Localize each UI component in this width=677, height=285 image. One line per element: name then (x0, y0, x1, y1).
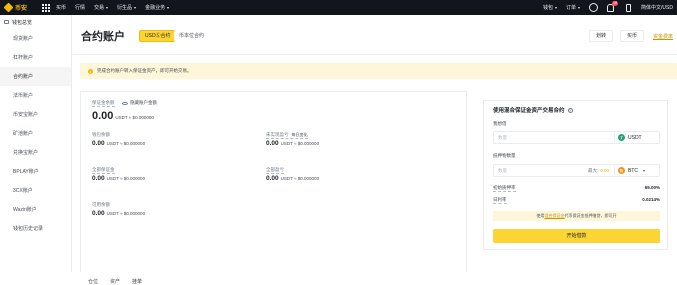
available-balance-value: 0.00 USDT ≈ $0.000000 (92, 210, 146, 217)
margin-balance-label[interactable]: 保证金余额 (92, 100, 115, 107)
account-summary-card: 保证金余额 隐藏账户金额 0.00 USDT ≈ $0.000000 钱包余额 0… (80, 91, 467, 272)
usdt-coin-icon: T (618, 134, 625, 141)
initial-ltv-row: 初始质押率 65.00% (493, 185, 660, 192)
sidebar-item[interactable]: BPLAY账户 (0, 162, 71, 181)
unrealized-pnl-value: 0.00 USDT ≈ $0.000000 (266, 140, 320, 147)
nav-item-4[interactable]: 金融业务 (145, 4, 170, 11)
tab-open-orders[interactable]: 挂单 (132, 278, 142, 285)
nav-item-2[interactable]: 交易 (94, 4, 109, 11)
available-balance-label: 可用余额 (92, 202, 110, 207)
nav-item-3[interactable]: 衍生品 (117, 4, 137, 11)
borrow-panel-title: 使用混合保证金资产交易合约 ? (493, 107, 573, 114)
notice-text: 完成合约账户转入保证金资产，即可开始交易。 (97, 68, 192, 73)
wallet-balance-label: 钱包余额 (92, 132, 110, 137)
collateral-amount-placeholder: 数量 (498, 168, 507, 173)
buy-crypto-button[interactable]: 买币 (620, 30, 645, 42)
wallet-balance-value: 0.00 USDT ≈ $0.000000 (92, 140, 146, 147)
page-title: 合约账户 (81, 31, 125, 43)
nav-item-0[interactable]: 买币 (56, 4, 66, 11)
borrow-amount-placeholder: 数量 (498, 135, 507, 140)
tab-positions[interactable]: 仓位 (88, 278, 98, 285)
orders-menu[interactable]: 订单 (566, 4, 581, 11)
daily-rate-value: 0.0214% (642, 197, 660, 202)
max-collateral[interactable]: 最大: 0.00 (588, 168, 609, 174)
start-borrow-button[interactable]: 开始借款 (493, 229, 660, 243)
sidebar-item[interactable]: 钱包历史记录 (0, 219, 71, 238)
initial-ltv-value: 65.00% (644, 185, 660, 190)
logo-text: 币安 (15, 6, 28, 12)
chevron-down-icon (555, 6, 558, 9)
total-pnl-label[interactable]: 全部盈亏 (266, 167, 284, 174)
sidebar-item[interactable]: 兑换宝账户 (0, 143, 71, 162)
initial-ltv-label[interactable]: 初始质押率 (493, 185, 516, 192)
margin-balance-value: 0.00 USDT ≈ $0.000000 (92, 110, 154, 122)
input-divider (614, 166, 615, 175)
user-avatar-icon[interactable] (589, 3, 599, 12)
borrow-label: 我想借 (493, 121, 507, 126)
title-row: 合约账户 USDⓈ合约 币本位合约 划转 买币 资金费率 (73, 15, 677, 55)
eye-icon (122, 101, 128, 105)
unrealized-pnl-label[interactable]: 未实现盈亏 每日变化 (266, 132, 308, 139)
chevron-down-icon (106, 6, 109, 9)
input-divider (614, 133, 615, 142)
bell-icon[interactable]: 18 (607, 0, 618, 12)
daily-rate-row: 日利率 0.0214% (493, 197, 660, 204)
sidebar: 钱包总览 现货账户 杠杆账户 合约账户 法币账户 币安宝账户 矿池账户 兑换宝账户 BPLAY… (0, 15, 72, 272)
chevron-down-icon (578, 6, 581, 9)
sidebar-item[interactable]: 合约账户 (0, 67, 71, 86)
total-margin-value: 0.00 USDT ≈ $0.000000 (92, 175, 146, 182)
borrow-panel: 使用混合保证金资产交易合约 ? 我想借 数量 T USDT 抵押物数量 数量 最… (483, 100, 668, 250)
borrow-note: 使用混合保证金代币保证金抵押借贷，即可开 (493, 211, 660, 221)
download-app-icon[interactable] (626, 3, 632, 12)
logo[interactable]: 币安 (3, 2, 36, 13)
binance-logo-icon (3, 2, 14, 13)
language-currency-selector[interactable]: 简体中文/USD (641, 4, 673, 11)
hide-balance-toggle[interactable]: 隐藏账户金额 (122, 100, 157, 106)
tab-coinm-futures[interactable]: 币本位合约 (174, 30, 210, 42)
sidebar-item[interactable]: 杠杆账户 (0, 48, 71, 67)
top-nav-bar: 币安 买币 行情 交易 衍生品 金融业务 钱包 订单 18 简体中文/USD (0, 0, 677, 15)
collateral-amount-input[interactable]: 数量 最大: 0.00 ₿ BTC (493, 164, 660, 177)
funding-rate-link[interactable]: 资金费率 (653, 33, 673, 40)
sidebar-item[interactable]: 币安宝账户 (0, 105, 71, 124)
help-icon[interactable]: ? (567, 107, 573, 113)
position-tabs: 仓位 资产 挂单 (88, 278, 154, 285)
sidebar-header[interactable]: 钱包总览 (0, 15, 71, 29)
chevron-down-icon (643, 169, 645, 172)
notice-banner: i 完成合约账户转入保证金资产，即可开始交易。 (80, 63, 677, 79)
chevron-down-icon (167, 6, 170, 9)
chevron-down-icon (134, 6, 137, 9)
sidebar-item[interactable]: 法币账户 (0, 86, 71, 105)
sidebar-item[interactable]: 矿池账户 (0, 124, 71, 143)
nav-item-1[interactable]: 行情 (75, 4, 85, 11)
wallet-menu[interactable]: 钱包 (543, 4, 558, 11)
sidebar-item[interactable]: Waziri账户 (0, 200, 71, 219)
daily-change-tag: 每日变化 (291, 132, 308, 137)
tab-usdm-futures[interactable]: USDⓈ合约 (139, 30, 177, 42)
borrow-amount-input[interactable]: 数量 T USDT (493, 131, 660, 144)
btc-coin-icon: ₿ (618, 167, 625, 174)
collateral-coin-select[interactable]: ₿ BTC (618, 167, 645, 174)
sidebar-item[interactable]: 3CX账户 (0, 181, 71, 200)
sidebar-header-label: 钱包总览 (12, 19, 33, 26)
daily-rate-label[interactable]: 日利率 (493, 197, 507, 204)
notification-badge: 18 (612, 0, 618, 6)
tab-assets[interactable]: 资产 (110, 278, 120, 285)
top-nav-right: 钱包 订单 18 简体中文/USD (543, 0, 677, 15)
wallet-icon (4, 20, 9, 24)
apps-grid-icon[interactable] (42, 3, 50, 12)
total-margin-label[interactable]: 全部保证金 (92, 167, 115, 174)
borrow-coin-display: T USDT (618, 134, 642, 141)
cross-margin-link[interactable]: 混合保证金 (545, 213, 565, 218)
transfer-button[interactable]: 划转 (589, 30, 614, 42)
info-icon: i (88, 68, 93, 74)
total-pnl-value: 0.00 USDT ≈ $0.000000 (266, 175, 320, 182)
sidebar-item[interactable]: 现货账户 (0, 29, 71, 48)
collateral-label: 抵押物数量 (493, 153, 516, 158)
